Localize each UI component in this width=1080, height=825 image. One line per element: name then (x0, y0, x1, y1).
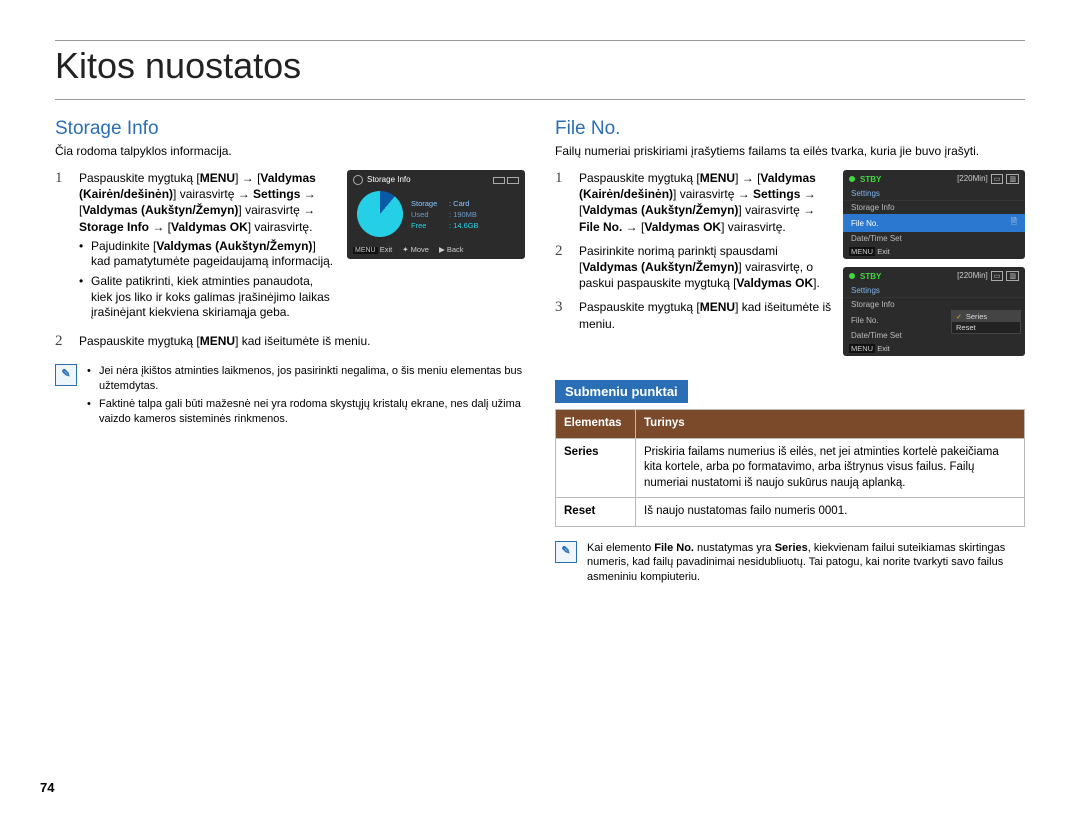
submenu-table: Elementas Turinys Series Priskiria faila… (555, 409, 1025, 527)
battery-icon: ▥ (1006, 271, 1019, 281)
fig-storage-value: : Card (449, 199, 469, 208)
fig1-stby: STBY (860, 175, 881, 184)
fig2-exit-label: Exit (877, 344, 890, 353)
storage-step1: Paspauskite mygtuką [MENU] → [Valdymas (… (79, 171, 316, 234)
fig-title: Storage Info (367, 175, 411, 185)
fileno-popup: Series Reset (951, 310, 1021, 334)
fig-used-value: : 190MB (449, 210, 477, 219)
note-icon: ✎ (555, 541, 577, 563)
fig-used-label: Used (411, 210, 445, 219)
fig1-row-fileno: File No.🗎 (843, 214, 1025, 232)
section-heading-storage: Storage Info (55, 118, 525, 140)
th-content: Turinys (636, 410, 1025, 439)
storage-info-figure: Storage Info Storage : Card Used : 190MB F… (347, 170, 525, 259)
fig2-time: [220Min] (957, 271, 988, 281)
fileno-figure-2: STBY [220Min] ▭ ▥ Settings Storage Info … (843, 267, 1025, 356)
right-column: File No. Failų numeriai priskiriami įraš… (555, 118, 1025, 585)
table-row: Series Priskiria failams numerius iš eil… (556, 438, 1025, 498)
doc-icon: 🗎 (1011, 216, 1017, 230)
fileno-note: ✎ Kai elemento File No. nustatymas yra S… (555, 541, 1025, 586)
cell-series-desc: Priskiria failams numerius iš eilės, net… (636, 438, 1025, 498)
fig1-exit-label: Exit (877, 247, 890, 256)
fig-menu-tag: MENU (353, 247, 378, 254)
fig-exit-label: Exit (380, 245, 393, 254)
stby-dot-icon (849, 176, 855, 182)
popup-series: Series (952, 311, 1020, 322)
battery-icon: ▥ (1006, 174, 1019, 184)
cell-reset-name: Reset (556, 498, 636, 527)
fig2-stby: STBY (860, 272, 881, 281)
popup-reset: Reset (952, 322, 1020, 333)
fileno-step1: Paspauskite mygtuką [MENU] → [Valdymas (… (579, 170, 833, 235)
fig2-header-row: Settings (843, 284, 1025, 298)
storage-sub-b: Galite patikrinti, kiek atminties panaud… (79, 274, 337, 321)
gear-icon (353, 175, 363, 185)
fig2-row-fileno: File No. 🗎 Series Reset (843, 311, 1025, 329)
cell-series-name: Series (556, 438, 636, 498)
table-row: Reset Iš naujo nustatomas failo numeris … (556, 498, 1025, 527)
fig2-menu-tag: MENU (849, 344, 875, 353)
fileno-figure-1: STBY [220Min] ▭ ▥ Settings Storage Info … (843, 170, 1025, 259)
th-element: Elementas (556, 410, 636, 439)
storage-lead: Čia rodoma talpyklos informacija. (55, 144, 525, 158)
fig1-row-storage: Storage Info (843, 201, 1025, 214)
fig1-header-row: Settings (843, 187, 1025, 201)
storage-note-a: Jei nėra įkištos atminties laikmenos, jo… (87, 364, 525, 394)
stby-dot-icon (849, 273, 855, 279)
section-heading-fileno: File No. (555, 118, 1025, 140)
storage-note-b: Faktinė talpa gali būti mažesnė nei yra … (87, 397, 525, 427)
pie-chart-icon (357, 191, 403, 237)
battery-icon (493, 177, 519, 184)
submenu-heading: Submeniu punktai (555, 380, 688, 403)
cell-reset-desc: Iš naujo nustatomas failo numeris 0001. (636, 498, 1025, 527)
fileno-note-text: Kai elemento File No. nustatymas yra Ser… (587, 541, 1025, 586)
storage-step2: Paspauskite mygtuką [MENU] kad išeitumėt… (79, 333, 525, 350)
fig1-time: [220Min] (957, 174, 988, 184)
page-number: 74 (40, 780, 54, 795)
storage-sub-a: Pajudinkite [Valdymas (Aukštyn/Žemyn)] k… (79, 239, 337, 270)
left-column: Storage Info Čia rodoma talpyklos inform… (55, 118, 525, 585)
fig-free-label: Free (411, 221, 445, 230)
fileno-step2: Pasirinkite norimą parinktį spausdami [V… (579, 243, 833, 292)
fileno-step3: Paspauskite mygtuką [MENU] kad išeitumėt… (579, 299, 833, 331)
card-icon: ▭ (991, 271, 1004, 281)
storage-steps: Paspauskite mygtuką [MENU] → [Valdymas (… (55, 170, 525, 350)
fig1-row-datetime: Date/Time Set (843, 232, 1025, 245)
fig-move-label: Move (411, 245, 429, 254)
page-title: Kitos nuostatos (55, 40, 1025, 100)
fig-back-label: Back (447, 245, 464, 254)
fig-storage-label: Storage (411, 199, 445, 208)
storage-note: ✎ Jei nėra įkištos atminties laikmenos, … (55, 364, 525, 431)
fig1-menu-tag: MENU (849, 247, 875, 256)
card-icon: ▭ (991, 174, 1004, 184)
fig-free-value: : 14.6GB (449, 221, 479, 230)
note-icon: ✎ (55, 364, 77, 386)
fileno-lead: Failų numeriai priskiriami įrašytiems fa… (555, 144, 1025, 158)
